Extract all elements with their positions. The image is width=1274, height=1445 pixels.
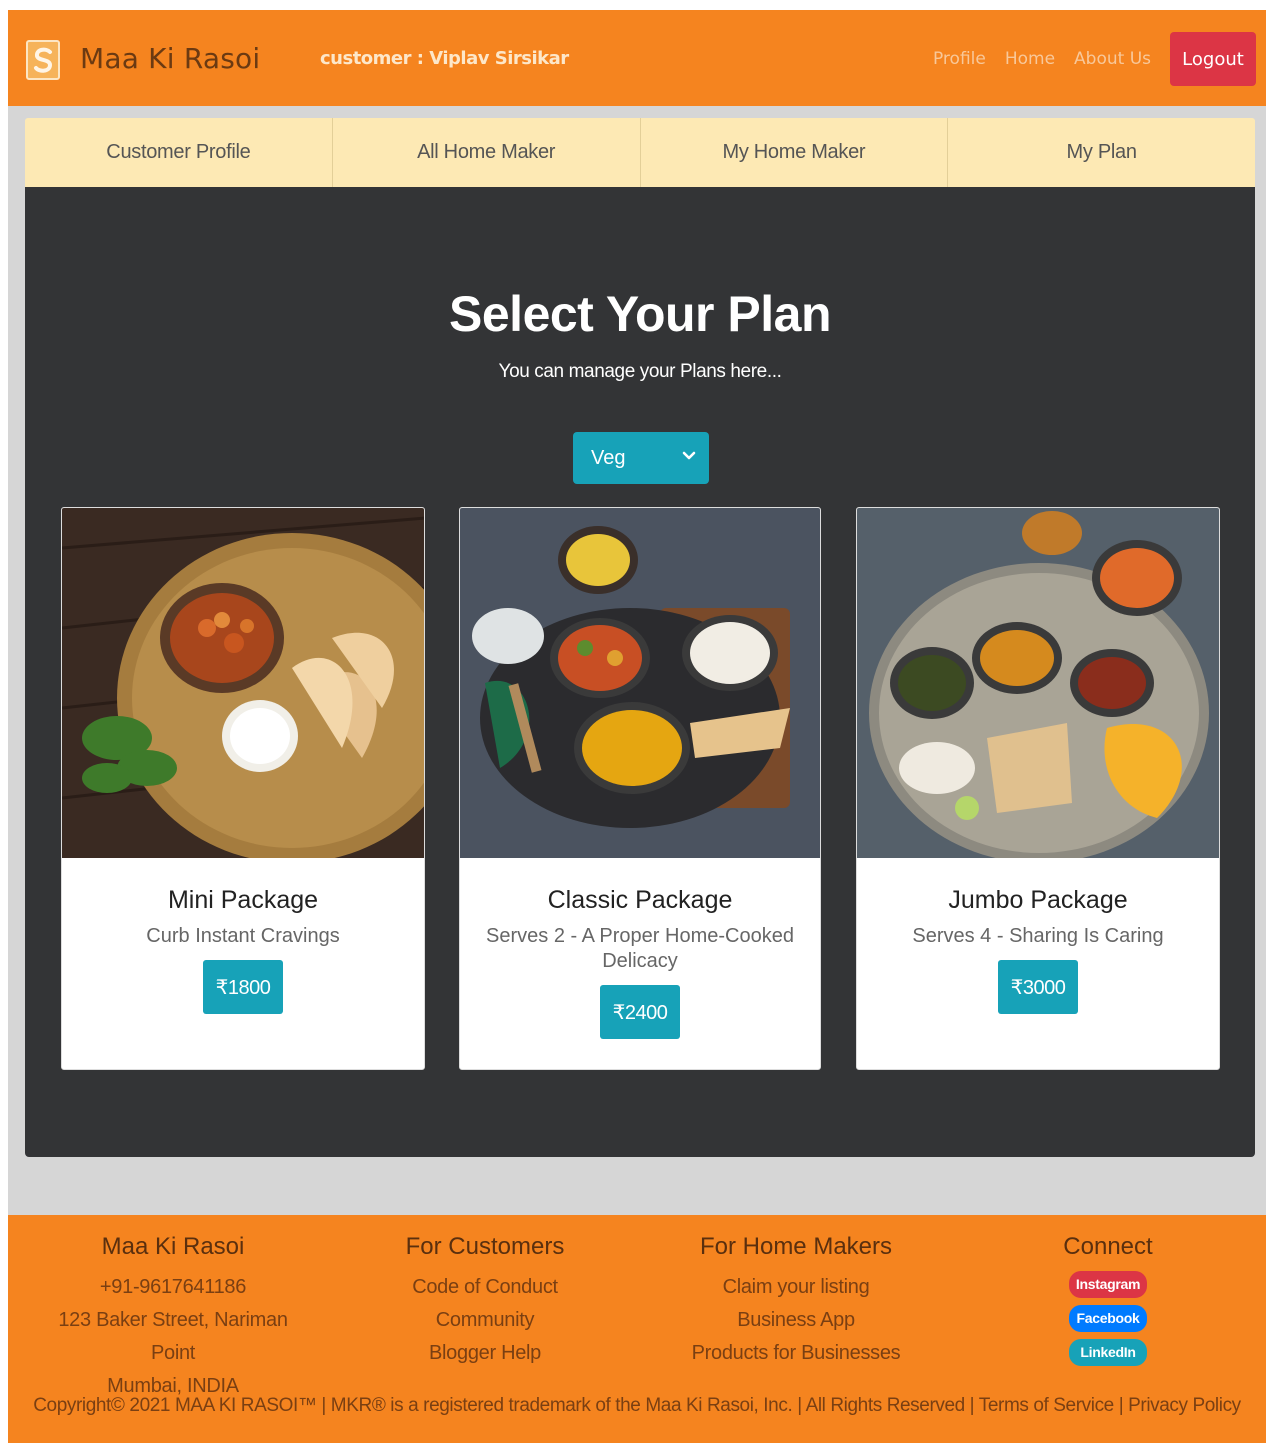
footer-phone: +91-9617641186 — [99, 1276, 247, 1298]
plan-price-button[interactable]: ₹3000 — [998, 960, 1078, 1014]
footer-homemakers-column: For Home Makers Claim your listing Busin… — [676, 1233, 916, 1370]
footer-heading: Maa Ki Rasoi — [101, 1233, 245, 1260]
chevron-down-icon — [682, 451, 696, 460]
facebook-badge[interactable]: Facebook — [1069, 1305, 1147, 1332]
footer-heading: Connect — [1063, 1233, 1153, 1260]
page-subtitle: You can manage your Plans here... — [498, 361, 782, 382]
brand-name[interactable]: Maa Ki Rasoi — [80, 42, 260, 75]
footer-address: 123 Baker Street, Nariman Point — [58, 1309, 288, 1364]
plan-panel: Select Your Plan You can manage your Pla… — [25, 187, 1255, 1157]
select-value: Veg — [591, 446, 626, 469]
footer-connect-column: Connect Instagram Facebook LinkedIn — [1038, 1233, 1178, 1373]
logout-button[interactable]: Logout — [1170, 32, 1256, 86]
footer: Maa Ki Rasoi +91-9617641186 123 Baker St… — [8, 1215, 1266, 1443]
plan-card-classic: Classic Package Serves 2 - A Proper Home… — [459, 507, 821, 1070]
plan-name: Mini Package — [167, 886, 319, 914]
footer-contact-column: Maa Ki Rasoi +91-9617641186 123 Baker St… — [38, 1233, 308, 1403]
plan-description: Curb Instant Cravings — [146, 925, 340, 947]
linkedin-badge[interactable]: LinkedIn — [1069, 1339, 1147, 1366]
footer-link-business-app[interactable]: Business App — [676, 1304, 916, 1337]
customer-name: customer : Viplav Sirsikar — [320, 48, 569, 69]
nav-about-link[interactable]: About Us — [1074, 49, 1151, 69]
instagram-badge[interactable]: Instagram — [1069, 1271, 1147, 1298]
tab-customer-profile[interactable]: Customer Profile — [25, 118, 333, 187]
footer-link-blogger-help[interactable]: Blogger Help — [375, 1337, 595, 1370]
mini-package-image — [62, 508, 424, 858]
footer-customers-column: For Customers Code of Conduct Community … — [375, 1233, 595, 1370]
footer-link-community[interactable]: Community — [375, 1304, 595, 1337]
nav-profile-link[interactable]: Profile — [933, 49, 986, 69]
plan-name: Classic Package — [547, 886, 733, 914]
plan-name: Jumbo Package — [948, 886, 1128, 914]
plan-card-jumbo: Jumbo Package Serves 4 - Sharing Is Cari… — [856, 507, 1220, 1070]
nav-links: Profile Home About Us Logout — [933, 32, 1256, 86]
footer-link-products[interactable]: Products for Businesses — [676, 1337, 916, 1370]
tab-my-home-maker[interactable]: My Home Maker — [641, 118, 949, 187]
plan-price-button[interactable]: ₹1800 — [203, 960, 283, 1014]
plan-card-mini: Mini Package Curb Instant Cravings ₹1800 — [61, 507, 425, 1070]
nav-home-link[interactable]: Home — [1005, 49, 1055, 69]
brand-logo-icon[interactable] — [26, 40, 60, 80]
footer-link-claim-listing[interactable]: Claim your listing — [676, 1271, 916, 1304]
tab-all-home-maker[interactable]: All Home Maker — [333, 118, 641, 187]
copyright-text: Copyright© 2021 MAA KI RASOI™ | MKR® is … — [33, 1395, 1241, 1416]
page-title: Select Your Plan — [449, 286, 831, 342]
navbar: Maa Ki Rasoi customer : Viplav Sirsikar … — [8, 10, 1266, 106]
classic-package-image — [460, 508, 820, 858]
plan-price-button[interactable]: ₹2400 — [600, 985, 680, 1039]
tab-my-plan[interactable]: My Plan — [948, 118, 1255, 187]
plan-description: Serves 2 - A Proper Home-Cooked Delicacy — [486, 925, 794, 972]
footer-heading: For Customers — [405, 1233, 565, 1260]
tab-bar: Customer Profile All Home Maker My Home … — [25, 118, 1255, 187]
page-frame: Maa Ki Rasoi customer : Viplav Sirsikar … — [8, 10, 1266, 1443]
plan-description: Serves 4 - Sharing Is Caring — [912, 925, 1164, 947]
logo-s-icon — [34, 47, 53, 73]
plan-type-select[interactable]: Veg — [573, 432, 709, 484]
footer-heading: For Home Makers — [699, 1233, 893, 1260]
footer-link-code-of-conduct[interactable]: Code of Conduct — [375, 1271, 595, 1304]
jumbo-package-image — [857, 508, 1219, 858]
